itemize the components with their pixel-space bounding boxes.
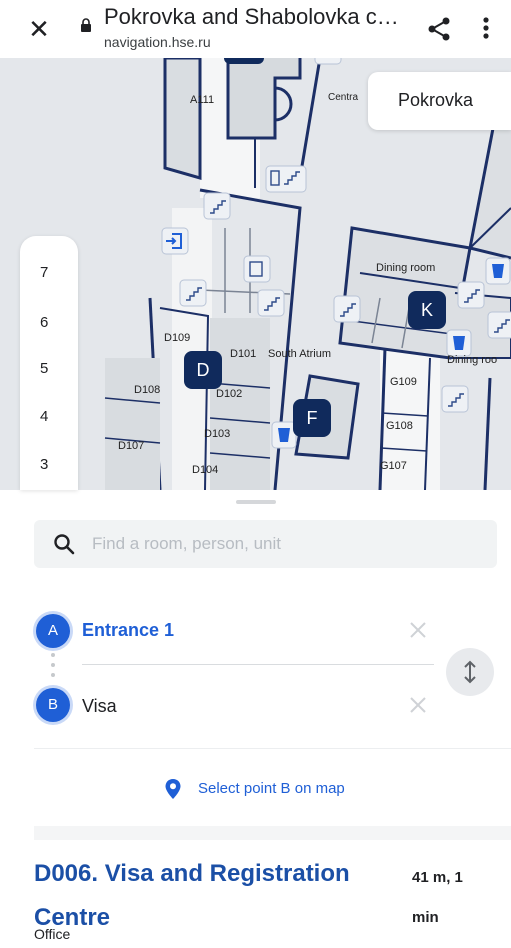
lock-icon	[81, 18, 91, 32]
page-title[interactable]: Pokrovka and Shabolovka c…	[104, 4, 399, 30]
room-label[interactable]: Centra	[328, 92, 358, 103]
room-label[interactable]: D101	[230, 348, 256, 360]
destination-title[interactable]: D006. Visa and Registration Centre	[34, 852, 374, 940]
route-connector	[51, 653, 55, 683]
route-panel: A Entrance 1 B Visa Select point B on ma…	[0, 490, 511, 948]
floor-5[interactable]: 5	[20, 360, 78, 377]
room-label[interactable]: G107	[380, 460, 407, 472]
room-label[interactable]: South Atrium	[268, 348, 331, 360]
select-point-b-on-map-button[interactable]: Select point B on map	[0, 774, 511, 804]
campus-selector[interactable]: Pokrovka	[368, 72, 511, 130]
floor-3[interactable]: 3	[20, 456, 78, 473]
room-label[interactable]: Dining room	[376, 262, 435, 274]
search-input[interactable]	[92, 520, 482, 568]
room-label[interactable]: D107	[118, 440, 144, 452]
floor-7[interactable]: 7	[20, 264, 78, 281]
clear-point-b-icon[interactable]	[408, 695, 428, 715]
building-d-marker[interactable]: D	[184, 351, 222, 389]
search-icon	[54, 534, 75, 555]
route-distance-time: 41 m, 1 min	[412, 869, 463, 926]
share-icon[interactable]	[424, 14, 454, 44]
browser-toolbar: ✕ Pokrovka and Shabolovka c… navigation.…	[0, 0, 511, 58]
room-label[interactable]: D104	[192, 464, 218, 476]
room-label[interactable]: G108	[386, 420, 413, 432]
point-a-field[interactable]: Entrance 1	[82, 620, 174, 641]
drag-handle[interactable]	[236, 500, 276, 504]
floor-4[interactable]: 4	[20, 408, 78, 425]
room-label[interactable]: A111	[190, 94, 214, 106]
divider	[82, 664, 434, 665]
destination-type: Office	[34, 926, 71, 942]
point-b-field[interactable]: Visa	[82, 696, 117, 717]
building-f-marker[interactable]: F	[293, 399, 331, 437]
building-k-marker[interactable]: K	[408, 291, 446, 329]
campus-name: Pokrovka	[398, 90, 474, 110]
section-separator	[34, 826, 511, 840]
map-pin-icon	[165, 779, 181, 799]
room-label[interactable]: G109	[390, 376, 417, 388]
point-a-badge: A	[36, 614, 70, 648]
search-box	[34, 520, 497, 568]
swap-vertical-icon	[464, 660, 476, 684]
room-label[interactable]: D108	[134, 384, 160, 396]
floor-6[interactable]: 6	[20, 314, 78, 331]
select-point-b-label: Select point B on map	[198, 780, 345, 797]
room-label[interactable]: D109	[164, 332, 190, 344]
swap-points-button[interactable]	[446, 648, 494, 696]
clear-point-a-icon[interactable]	[408, 620, 428, 640]
close-icon[interactable]: ✕	[24, 14, 54, 44]
point-b-badge: B	[36, 688, 70, 722]
room-label[interactable]: D102	[216, 388, 242, 400]
room-label[interactable]: Dining roo	[447, 354, 497, 366]
floor-selector: 7 6 5 4 3	[20, 236, 78, 490]
room-label[interactable]: D103	[204, 428, 230, 440]
divider	[34, 748, 511, 749]
more-vert-icon[interactable]	[480, 12, 492, 44]
page-url[interactable]: navigation.hse.ru	[104, 34, 211, 50]
